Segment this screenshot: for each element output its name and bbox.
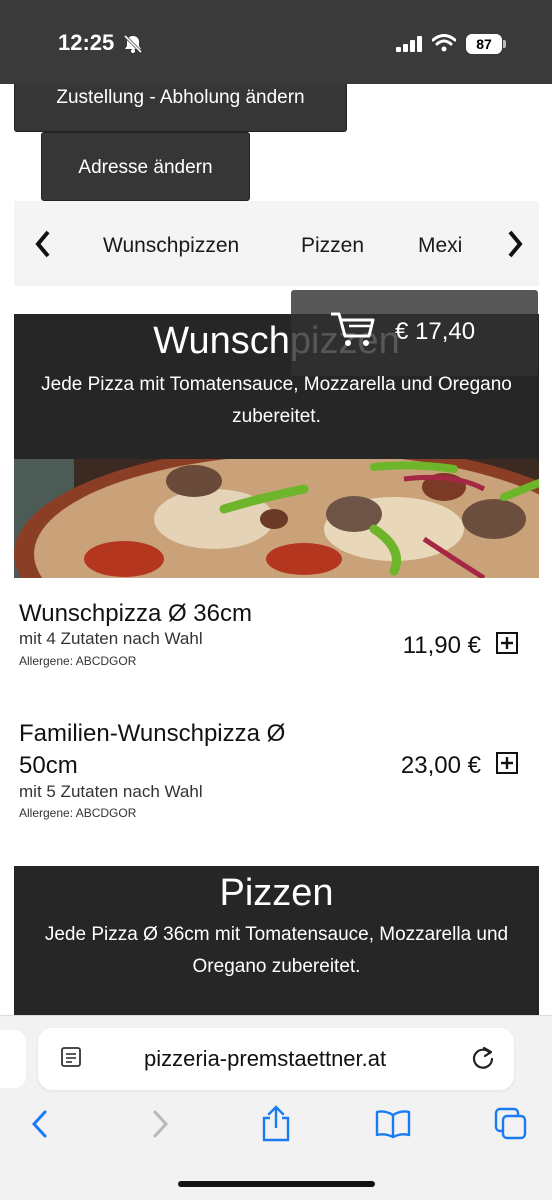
shopping-cart-icon [329,310,375,353]
reader-mode-icon[interactable] [60,1046,84,1075]
tabs-icon[interactable] [494,1107,528,1146]
product-name: Wunschpizza Ø 36cm [19,600,252,627]
product-subtitle: mit 5 Zutaten nach Wahl [19,782,203,801]
status-bar: 12:25 87 [0,0,552,84]
wifi-icon [431,34,457,57]
cart-total: € 17,40 [395,318,476,345]
status-time: 12:25 [58,30,115,55]
chevron-right-icon[interactable] [506,229,524,264]
bell-slash-icon [122,34,144,59]
pizza-hero-image [14,459,539,578]
cellular-signal-icon [396,36,424,57]
product-row[interactable]: Familien-Wunschpizza Ø 50cm mit 5 Zutate… [14,710,539,828]
share-icon[interactable] [260,1104,292,1147]
category-tab-pizzen[interactable]: Pizzen [301,234,364,258]
product-allergens: Allergene: ABCDGOR [19,654,137,668]
product-price: 11,90 € [402,632,481,659]
section-description: Jede Pizza Ø 36cm mit Tomatensauce, Mozz… [44,924,509,977]
chevron-right-icon[interactable] [150,1108,170,1145]
category-tab-mexi[interactable]: Mexi [418,234,462,258]
section-title: Pizzen [219,872,334,914]
product-row[interactable]: Wunschpizza Ø 36cm mit 4 Zutaten nach Wa… [14,580,539,698]
product-subtitle: mit 4 Zutaten nach Wahl [19,629,203,648]
product-price: 23,00 € [400,752,481,779]
reload-icon[interactable] [470,1045,496,1076]
change-address-button[interactable]: Adresse ändern [41,132,250,201]
change-delivery-pickup-button[interactable]: Zustellung - Abholung ändern [14,84,347,132]
section-description: Jede Pizza mit Tomatensauce, Mozzarella … [41,374,512,427]
battery-indicator: 87 [466,34,502,54]
plus-square-icon[interactable] [496,752,518,774]
category-nav: Wunschpizzen Pizzen Mexi [14,201,539,286]
product-name: Familien-Wunschpizza Ø 50cm [19,720,286,779]
battery-tip [503,40,506,48]
home-indicator [178,1181,375,1187]
chevron-left-icon[interactable] [34,229,52,264]
address-bar[interactable]: pizzeria-premstaettner.at [38,1028,514,1090]
plus-square-icon[interactable] [496,632,518,654]
cart-button[interactable]: € 17,40 [291,290,538,376]
url-text: pizzeria-premstaettner.at [144,1046,387,1071]
browser-bar: pizzeria-premstaettner.at [0,1015,552,1200]
book-icon[interactable] [375,1109,411,1144]
adjacent-tab-preview[interactable] [0,1030,26,1088]
category-tab-wunschpizzen[interactable]: Wunschpizzen [103,234,239,258]
product-allergens: Allergene: ABCDGOR [19,806,137,820]
section-header-pizzen: Pizzen Jede Pizza Ø 36cm mit Tomatensauc… [14,866,539,1016]
chevron-left-icon[interactable] [30,1108,50,1145]
